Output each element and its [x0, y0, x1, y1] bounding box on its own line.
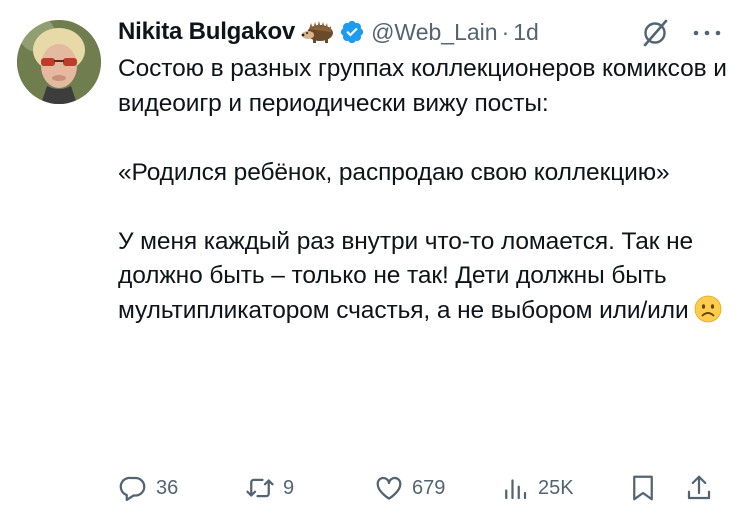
tweet-actions: 36 9 679 25K: [0, 466, 740, 510]
share-button[interactable]: [684, 466, 714, 510]
retweet-icon: [246, 478, 274, 498]
bookmark-button[interactable]: [628, 466, 658, 510]
tweet-paragraph: Состою в разных группах коллекционеров к…: [118, 55, 727, 117]
views-count: 25K: [538, 476, 574, 499]
reply-button[interactable]: 36: [118, 466, 178, 510]
tweet-paragraph: У меня каждый раз внутри что-то ломается…: [118, 225, 728, 329]
retweet-button[interactable]: 9: [245, 466, 294, 510]
separator-dot: ·: [501, 18, 510, 45]
bookmark-icon: [633, 475, 653, 501]
tweet-paragraph-text: У меня каждый раз внутри что-то ломается…: [118, 227, 694, 324]
grok-icon[interactable]: [640, 18, 670, 48]
tweet-text: Состою в разных группах коллекционеров к…: [118, 52, 728, 328]
avatar[interactable]: [17, 20, 101, 104]
like-count: 679: [412, 476, 446, 499]
reply-icon: [119, 476, 146, 501]
retweet-count: 9: [283, 476, 295, 499]
tweet-timestamp[interactable]: 1d: [513, 19, 539, 46]
heart-icon: [376, 476, 402, 500]
verified-badge-icon[interactable]: [339, 19, 365, 45]
bar-chart-icon: [505, 479, 527, 500]
tweet-paragraph: «Родился ребёнок, распродаю свою коллекц…: [118, 158, 670, 186]
views-button[interactable]: 25K: [500, 466, 574, 510]
share-icon: [687, 475, 711, 500]
author-handle[interactable]: @Web_Lain: [371, 19, 498, 46]
tweet[interactable]: Nikita Bulgakov @Web_Lain · 1d Состою в …: [0, 0, 740, 517]
tweet-header: Nikita Bulgakov @Web_Lain · 1d: [118, 14, 539, 50]
slightly-frowning-face-icon: [693, 294, 723, 324]
hedgehog-icon: [301, 20, 335, 44]
like-button[interactable]: 679: [374, 466, 445, 510]
reply-count: 36: [156, 476, 179, 499]
author-name[interactable]: Nikita Bulgakov: [118, 18, 295, 46]
more-options-icon[interactable]: [690, 22, 724, 44]
